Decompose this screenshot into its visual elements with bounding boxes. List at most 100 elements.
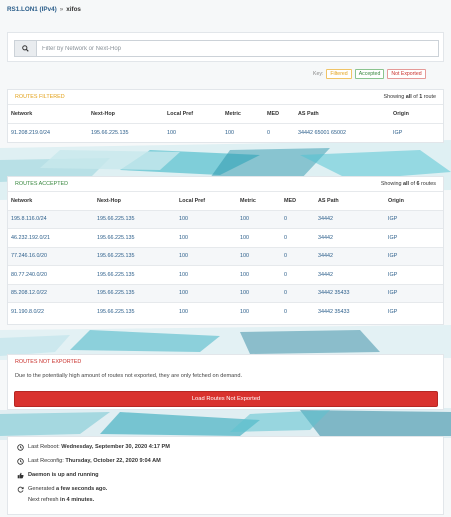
table-cell: 34442 xyxy=(315,265,385,284)
table-cell: 100 xyxy=(176,246,237,266)
table-cell: 195.66.225.135 xyxy=(88,122,164,142)
table-cell: 0 xyxy=(281,246,315,266)
table-row[interactable]: 195.8.116.0/24 195.66.225.135 100 100 0 34442… xyxy=(8,209,443,229)
table-cell: 100 xyxy=(176,209,237,229)
table-header-row: Network Next-Hop Local Pref Metric MED AS Pat… xyxy=(8,192,443,210)
last-reboot-value: Wednesday, September 30, 2020 4:17 PM xyxy=(61,444,170,450)
table-cell: 46.232.192.0/21 xyxy=(8,228,94,247)
table-cell: 195.66.225.135 xyxy=(94,228,176,247)
search-icon xyxy=(14,40,36,57)
generated-value: a few seconds ago. xyxy=(56,486,108,492)
search-input[interactable] xyxy=(36,40,439,57)
next-refresh-line: Next refresh in 4 minutes. xyxy=(28,497,435,503)
breadcrumb-router-link[interactable]: RS1.LON1 (IPv4) xyxy=(7,6,57,13)
table-cell: 0 xyxy=(281,283,315,303)
column-header: Network xyxy=(11,110,33,117)
routes-accepted-count: Showing all of 6 routes xyxy=(380,181,436,187)
table-row[interactable]: 46.232.192.0/21 195.66.225.135 100 100 0 3444… xyxy=(8,228,443,247)
routes-accepted-title: ROUTES ACCEPTED xyxy=(15,181,69,187)
legend-filtered-badge: Filtered xyxy=(326,69,352,79)
routes-not-exported-message: Due to the potentially high amount of ro… xyxy=(15,373,243,379)
breadcrumb-separator: » xyxy=(59,5,64,13)
column-header: Network xyxy=(11,197,33,204)
table-cell: 100 xyxy=(237,209,281,229)
table-cell: IGP xyxy=(385,283,443,303)
clock-icon xyxy=(16,458,24,467)
last-reboot-line: Last Reboot: Wednesday, September 30, 20… xyxy=(16,444,435,453)
table-cell: 100 xyxy=(237,283,281,303)
breadcrumb: RS1.LON1 (IPv4) » xifos xyxy=(7,4,81,14)
table-cell: 195.66.225.135 xyxy=(94,246,176,266)
last-reconfig-value: Thursday, October 22, 2020 9:04 AM xyxy=(65,458,161,464)
table-cell: 80.77.240.0/20 xyxy=(8,265,94,284)
routes-filtered-header: ROUTES FILTERED Showing all of 1 route xyxy=(8,90,443,105)
table-cell: 0 xyxy=(264,122,295,142)
table-cell: 34442 xyxy=(315,228,385,247)
table-cell: 34442 35433 xyxy=(315,302,385,321)
table-cell: 0 xyxy=(281,209,315,229)
last-reboot-label: Last Reboot: xyxy=(28,444,62,450)
thumbs-up-icon xyxy=(16,472,24,481)
legend-accepted-badge: Accepted xyxy=(354,69,385,79)
generated-label: Generated xyxy=(28,486,56,492)
table-cell: IGP xyxy=(385,265,443,284)
refresh-icon xyxy=(16,486,24,495)
table-cell: 34442 65001 65002 xyxy=(295,122,390,142)
column-header: Next-Hop xyxy=(97,197,121,204)
table-cell: IGP xyxy=(385,246,443,266)
status-panel: Last Reboot: Wednesday, September 30, 20… xyxy=(7,436,444,515)
table-cell: 195.8.116.0/24 xyxy=(8,209,94,229)
routes-filtered-count: Showing all of 1 route xyxy=(383,94,436,100)
table-cell: 34442 35433 xyxy=(315,283,385,303)
table-cell: 0 xyxy=(281,302,315,321)
table-row[interactable]: 91.208.219.0/24 195.66.225.135 100 100 0 3444… xyxy=(8,122,443,142)
table-cell: 91.208.219.0/24 xyxy=(8,122,88,142)
table-cell: 100 xyxy=(237,246,281,266)
table-cell: 100 xyxy=(237,265,281,284)
table-cell: 100 xyxy=(176,265,237,284)
routes-accepted-header: ROUTES ACCEPTED Showing all of 6 routes xyxy=(8,177,443,192)
table-cell: 85.208.12.0/22 xyxy=(8,283,94,303)
table-cell: 100 xyxy=(164,122,222,142)
table-row[interactable]: 80.77.240.0/20 195.66.225.135 100 100 0 34442… xyxy=(8,265,443,284)
column-header: Metric xyxy=(225,110,241,117)
table-header-row: Network Next-Hop Local Pref Metric MED AS Pat… xyxy=(8,105,443,123)
legend-label: Key: xyxy=(313,71,324,77)
table-cell: 34442 xyxy=(315,246,385,266)
table-cell: 0 xyxy=(281,228,315,247)
generated-line: Generated a few seconds ago. xyxy=(16,486,435,495)
column-header: AS Path xyxy=(318,197,339,204)
routes-not-exported-panel: ROUTES NOT EXPORTED Due to the potential… xyxy=(7,354,444,410)
table-cell: 77.246.16.0/20 xyxy=(8,246,94,266)
table-cell: 100 xyxy=(237,302,281,321)
column-header: Local Pref xyxy=(179,197,206,204)
table-cell: 91.190.8.0/22 xyxy=(8,302,94,321)
daemon-status-line: Daemon is up and running xyxy=(16,472,435,481)
table-cell: 100 xyxy=(176,283,237,303)
routes-filtered-panel: ROUTES FILTERED Showing all of 1 route N… xyxy=(7,89,444,143)
column-header: Metric xyxy=(240,197,256,204)
column-header: Next-Hop xyxy=(91,110,115,117)
column-header: AS Path xyxy=(298,110,319,117)
table-row[interactable]: 77.246.16.0/20 195.66.225.135 100 100 0 34442… xyxy=(8,246,443,266)
last-reconfig-label: Last Reconfig: xyxy=(28,458,66,464)
routes-not-exported-title: ROUTES NOT EXPORTED xyxy=(15,358,82,365)
next-refresh-label: Next refresh xyxy=(28,497,61,503)
next-refresh-value: in 4 minutes. xyxy=(60,497,95,503)
table-cell: 100 xyxy=(237,228,281,247)
load-routes-not-exported-button[interactable]: Load Routes Not Exported xyxy=(14,391,438,407)
breadcrumb-current: xifos xyxy=(66,5,81,13)
routes-filtered-table: Network Next-Hop Local Pref Metric MED AS Pat… xyxy=(8,105,443,142)
table-cell: 100 xyxy=(176,302,237,321)
legend: Key: Filtered Accepted Not Exported xyxy=(313,69,426,79)
last-reconfig-line: Last Reconfig: Thursday, October 22, 202… xyxy=(16,458,435,467)
table-cell: IGP xyxy=(385,228,443,247)
routes-accepted-table: Network Next-Hop Local Pref Metric MED AS Pat… xyxy=(8,192,443,321)
clock-icon xyxy=(16,444,24,453)
table-cell: 195.66.225.135 xyxy=(94,302,176,321)
table-cell: 100 xyxy=(222,122,264,142)
column-header: MED xyxy=(284,197,296,204)
legend-not-exported-badge: Not Exported xyxy=(387,69,426,79)
table-row[interactable]: 85.208.12.0/22 195.66.225.135 100 100 0 34442… xyxy=(8,283,443,303)
table-row[interactable]: 91.190.8.0/22 195.66.225.135 100 100 0 34442 … xyxy=(8,302,443,321)
